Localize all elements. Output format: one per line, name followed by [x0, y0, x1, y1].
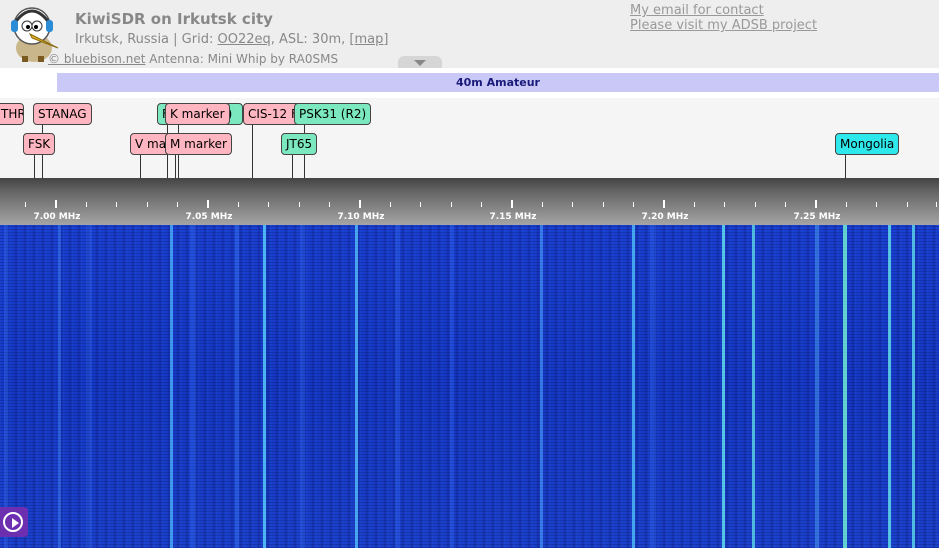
email-link[interactable]: My email for contact	[630, 3, 817, 18]
dx-label-stanag[interactable]: STANAG	[33, 103, 92, 125]
scale-tick	[329, 202, 330, 207]
scale-tick	[390, 202, 391, 207]
waterfall-display[interactable]	[0, 225, 939, 548]
scale-tick	[116, 202, 117, 207]
scale-tick	[238, 202, 239, 207]
waterfall-signal	[190, 225, 196, 548]
antenna-text: Antenna: Mini Whip by RA0SMS	[149, 52, 339, 66]
scale-tick	[481, 202, 482, 207]
scale-tick	[846, 202, 847, 207]
scale-tick	[55, 200, 57, 208]
waterfall-signal	[888, 225, 891, 548]
waterfall-signal	[540, 225, 543, 548]
waterfall-signal	[86, 225, 92, 548]
waterfall-signal	[450, 225, 454, 548]
marker-line	[175, 154, 176, 178]
freq-label: 7.05 MHz	[185, 212, 233, 222]
scale-tick	[876, 202, 877, 207]
scale-tick	[785, 202, 786, 207]
waterfall-signal	[355, 225, 358, 548]
marker-line	[140, 154, 141, 178]
scale-tick	[694, 202, 695, 207]
waterfall-signal	[722, 225, 725, 548]
waterfall-signal	[170, 225, 173, 548]
play-button[interactable]	[0, 507, 28, 537]
waterfall-signal	[263, 225, 266, 548]
marker-line	[845, 154, 846, 178]
scale-tick	[542, 202, 543, 207]
dx-label-mongolia[interactable]: Mongolia	[835, 133, 900, 155]
map-link[interactable]: [map]	[349, 32, 388, 47]
grid-link[interactable]: OO22eq	[218, 32, 271, 47]
scale-tick	[755, 202, 756, 207]
dx-label-jt65[interactable]: JT65	[281, 133, 318, 155]
scale-tick	[907, 202, 908, 207]
dx-label-cis12[interactable]: CIS-12 F	[243, 103, 301, 125]
freq-label: 7.25 MHz	[793, 212, 841, 222]
dx-labels-area: THR STANAG FSK F 3) K marker V marker M …	[0, 98, 939, 178]
scale-tick	[420, 202, 421, 207]
scale-tick	[633, 202, 634, 207]
scale-tick	[451, 202, 452, 207]
header-toggle-button[interactable]	[398, 56, 442, 68]
waterfall-signal	[300, 225, 305, 548]
scale-tick	[815, 200, 817, 208]
credits-line: © bluebison.net Antenna: Mini Whip by RA…	[48, 52, 338, 66]
scale-tick	[572, 202, 573, 207]
waterfall-signal	[58, 225, 61, 548]
freq-label: 7.10 MHz	[337, 212, 385, 222]
freq-label: 7.15 MHz	[489, 212, 537, 222]
bluebison-link[interactable]: © bluebison.net	[48, 52, 145, 66]
marker-line	[252, 122, 253, 178]
waterfall-signal	[843, 225, 847, 548]
waterfall-signal	[4, 225, 8, 548]
marker-line	[34, 154, 35, 178]
scale-tick	[663, 200, 665, 208]
waterfall-signal	[912, 225, 915, 548]
page-title: KiwiSDR on Irkutsk city	[75, 10, 273, 28]
top-bar: KiwiSDR on Irkutsk city Irkutsk, Russia …	[0, 0, 939, 68]
band-strip: 40m Amateur	[0, 68, 939, 98]
asl-text: , ASL: 30m,	[270, 32, 346, 47]
adsb-link[interactable]: Please visit my ADSB project	[630, 18, 817, 33]
scale-tick	[299, 202, 300, 207]
kiwisdr-app: KiwiSDR on Irkutsk city Irkutsk, Russia …	[0, 0, 939, 548]
freq-label: 7.20 MHz	[641, 212, 689, 222]
dx-label-thr[interactable]: THR	[0, 103, 24, 125]
waterfall-signal	[235, 225, 239, 548]
scale-tick	[268, 202, 269, 207]
freq-label: 7.00 MHz	[33, 212, 81, 222]
waterfall-signal	[752, 225, 755, 548]
frequency-scale[interactable]: 7.00 MHz 7.05 MHz 7.10 MHz 7.15 MHz 7.20…	[0, 178, 939, 225]
scale-tick	[936, 202, 937, 207]
dx-label-v-marker[interactable]: V marker	[130, 133, 170, 155]
waterfall-signal	[650, 225, 656, 548]
scale-tick	[86, 202, 87, 207]
scale-tick	[147, 202, 148, 207]
dx-label-psk31[interactable]: PSK31 (R2)	[294, 103, 372, 125]
band-bar-40m[interactable]: 40m Amateur	[57, 73, 939, 92]
play-icon	[3, 512, 23, 532]
scale-tick	[511, 200, 513, 208]
marker-line	[292, 154, 293, 178]
waterfall-signal	[395, 225, 400, 548]
scale-tick	[207, 200, 209, 208]
waterfall-signal	[815, 225, 819, 548]
scale-tick	[25, 202, 26, 207]
grid-prefix: | Grid:	[173, 32, 214, 47]
location-text: Irkutsk, Russia	[75, 32, 170, 47]
dx-label-fsk[interactable]: FSK	[23, 133, 56, 155]
location-line: Irkutsk, Russia | Grid: OO22eq, ASL: 30m…	[75, 32, 388, 47]
dx-label-m-marker[interactable]: M marker	[165, 133, 232, 155]
dx-label-k-marker[interactable]: K marker	[165, 103, 230, 125]
scale-tick	[177, 202, 178, 207]
scale-tick	[603, 202, 604, 207]
contact-links: My email for contact Please visit my ADS…	[630, 3, 817, 33]
scale-tick	[359, 200, 361, 208]
scale-tick	[724, 202, 725, 207]
chevron-down-icon	[414, 60, 426, 66]
waterfall-signal	[632, 225, 635, 548]
